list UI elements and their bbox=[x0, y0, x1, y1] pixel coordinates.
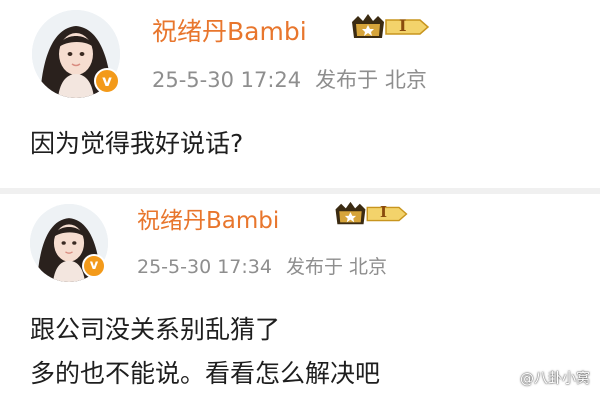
member-level-badge[interactable]: I bbox=[332, 200, 410, 228]
post-location: 发布于 北京 bbox=[285, 256, 387, 278]
member-level-text: I bbox=[399, 16, 407, 35]
member-level-badge[interactable]: I bbox=[350, 12, 430, 42]
weibo-post-2: v 祝绪丹Bambi I 25-5-30 17:34 发布于 北京 跟公司没关系别… bbox=[0, 194, 600, 400]
post-location: 发布于 北京 bbox=[315, 68, 427, 92]
weibo-post-1: v 祝绪丹Bambi I 25-5-30 17:24 发布于 北京 因为觉得我好说… bbox=[0, 0, 600, 190]
username[interactable]: 祝绪丹Bambi bbox=[137, 201, 279, 235]
watermark: @八卦小窝 bbox=[520, 371, 590, 387]
post-meta: 25-5-30 17:34 发布于 北京 bbox=[137, 252, 387, 279]
crown-icon bbox=[352, 14, 430, 38]
crown-icon bbox=[335, 201, 408, 225]
verified-badge-icon: v bbox=[82, 254, 106, 278]
post-timestamp: 25-5-30 17:24 bbox=[152, 68, 302, 92]
post-content-line: 多的也不能说。看看怎么解决吧 bbox=[30, 359, 381, 388]
post-content: 因为觉得我好说话? bbox=[30, 129, 244, 158]
member-level-text: I bbox=[380, 203, 388, 221]
post-content-line: 跟公司没关系别乱猜了 bbox=[30, 315, 281, 344]
username[interactable]: 祝绪丹Bambi bbox=[152, 12, 307, 48]
post-meta: 25-5-30 17:24 发布于 北京 bbox=[152, 64, 427, 94]
verified-badge-icon: v bbox=[94, 68, 120, 94]
post-timestamp: 25-5-30 17:34 bbox=[137, 256, 272, 278]
